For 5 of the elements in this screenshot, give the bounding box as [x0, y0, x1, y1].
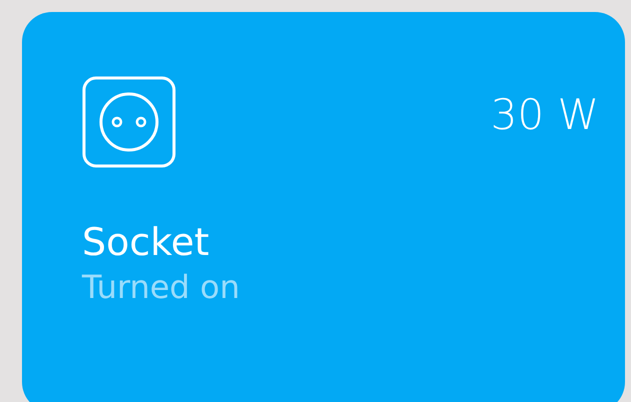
power-reading: 30 W — [490, 90, 599, 139]
power-socket-icon — [82, 76, 176, 168]
device-name: Socket — [82, 222, 210, 264]
device-card[interactable]: 30 W Socket Turned on — [22, 12, 625, 402]
device-status: Turned on — [82, 270, 241, 305]
